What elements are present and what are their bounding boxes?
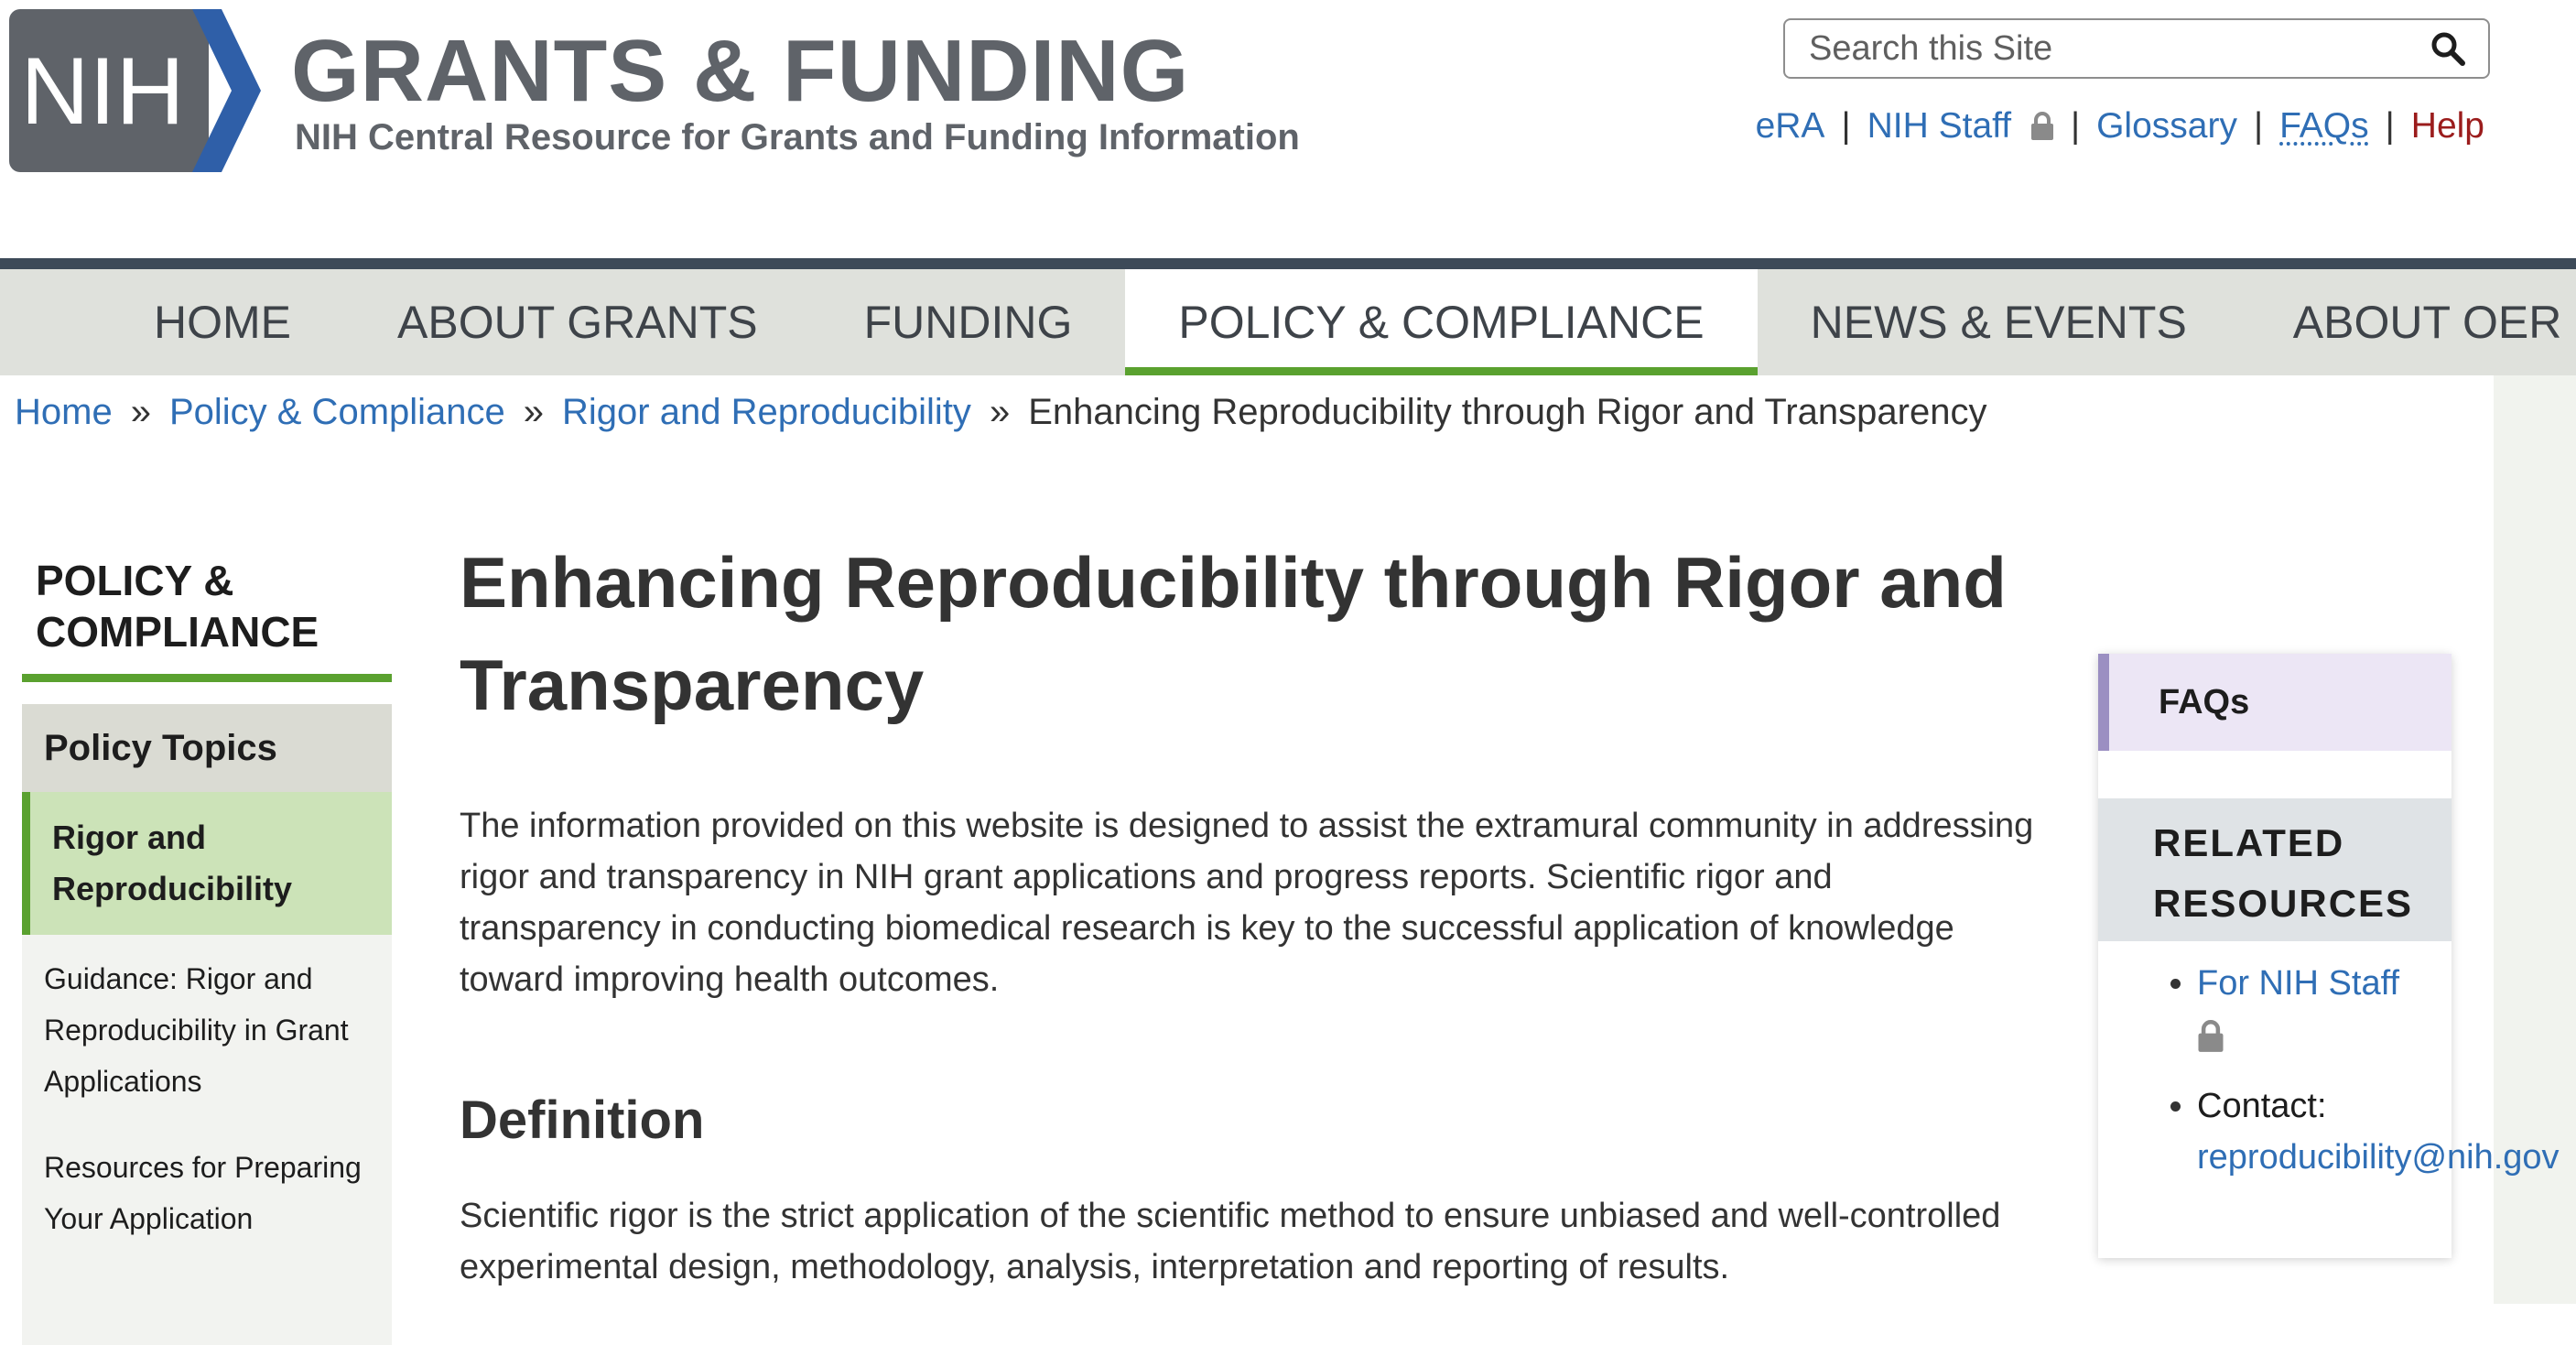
for-nih-staff-link[interactable]: For NIH Staff [2197, 964, 2399, 1003]
breadcrumb-separator: » [989, 392, 1011, 432]
faqs-link[interactable]: FAQs [2098, 654, 2452, 751]
list-item: For NIH Staff [2197, 958, 2452, 1068]
util-link-era[interactable]: eRA [1756, 106, 1825, 146]
search-box [1783, 18, 2490, 79]
breadcrumb-separator: » [523, 392, 545, 432]
main-nav: HOME ABOUT GRANTS FUNDING POLICY & COMPL… [0, 269, 2576, 375]
nav-about-oer[interactable]: ABOUT OER [2240, 269, 2576, 375]
page-title: Enhancing Reproducibility through Rigor … [460, 542, 2007, 725]
sidebar-title: POLICY & COMPLIANCE [22, 555, 392, 682]
breadcrumb-current: Enhancing Reproducibility through Rigor … [1028, 392, 1987, 432]
util-link-nih-staff[interactable]: NIH Staff [1867, 106, 2054, 146]
right-sidebar: FAQs RELATED RESOURCES For NIH Staff Con… [2098, 654, 2560, 1258]
definition-paragraph: Scientific rigor is the strict applicati… [460, 1197, 2001, 1286]
site-title[interactable]: GRANTS & FUNDING [291, 27, 1189, 115]
contact-label: Contact: [2197, 1087, 2327, 1125]
list-item: Contact: reproducibility@nih.gov [2197, 1080, 2560, 1183]
nav-top-bar [0, 258, 2576, 269]
util-separator: | [2253, 106, 2264, 146]
related-resources-title: RELATED RESOURCES [2098, 798, 2452, 941]
nav-about-grants[interactable]: ABOUT GRANTS [344, 269, 811, 375]
breadcrumb-policy-compliance[interactable]: Policy & Compliance [169, 392, 505, 433]
util-separator: | [2070, 106, 2081, 146]
nih-logo[interactable]: NIH [9, 9, 261, 172]
sidebar-item-resources[interactable]: Resources for Preparing Your Application [22, 1123, 392, 1261]
lock-icon [2197, 1016, 2452, 1068]
nav-funding[interactable]: FUNDING [811, 269, 1126, 375]
breadcrumb: Home » Policy & Compliance » Rigor and R… [15, 392, 1986, 433]
util-link-glossary[interactable]: Glossary [2096, 106, 2237, 146]
sidebar-menu: Policy Topics Rigor and Reproducibility … [22, 704, 392, 1345]
util-link-faqs[interactable]: FAQs [2279, 106, 2369, 146]
nav-policy-compliance[interactable]: POLICY & COMPLIANCE [1125, 269, 1758, 375]
sidebar-item-rigor-reproducibility[interactable]: Rigor and Reproducibility [22, 792, 392, 935]
sidebar-item-guidance[interactable]: Guidance: Rigor and Reproducibility in G… [22, 935, 392, 1123]
related-resources-list: For NIH Staff Contact: reproducibility@n… [2098, 941, 2560, 1183]
search-icon[interactable] [2430, 30, 2466, 67]
util-separator: | [2385, 106, 2395, 146]
lock-icon [2030, 112, 2053, 140]
contact-email-link[interactable]: reproducibility@nih.gov [2197, 1138, 2560, 1177]
sidebar-heading-policy-topics[interactable]: Policy Topics [22, 704, 392, 792]
breadcrumb-rigor-reproducibility[interactable]: Rigor and Reproducibility [562, 392, 971, 433]
nav-news-events[interactable]: NEWS & EVENTS [1758, 269, 2240, 375]
intro-paragraph: The information provided on this website… [460, 807, 2034, 999]
breadcrumb-home[interactable]: Home [15, 392, 113, 433]
util-link-nih-staff-label: NIH Staff [1867, 106, 2012, 146]
logo-text: NIH [20, 38, 184, 145]
site-tagline: NIH Central Resource for Grants and Fund… [295, 117, 1300, 157]
left-sidebar: POLICY & COMPLIANCE Policy Topics Rigor … [22, 555, 392, 1345]
util-link-help[interactable]: Help [2411, 106, 2484, 146]
search-input[interactable] [1807, 27, 2430, 70]
nav-home[interactable]: HOME [101, 269, 344, 375]
util-separator: | [1841, 106, 1851, 146]
utility-nav: eRA | NIH Staff | Glossary | FAQs | Help [1756, 106, 2484, 146]
breadcrumb-separator: » [130, 392, 151, 432]
section-heading-definition: Definition [460, 1090, 705, 1150]
